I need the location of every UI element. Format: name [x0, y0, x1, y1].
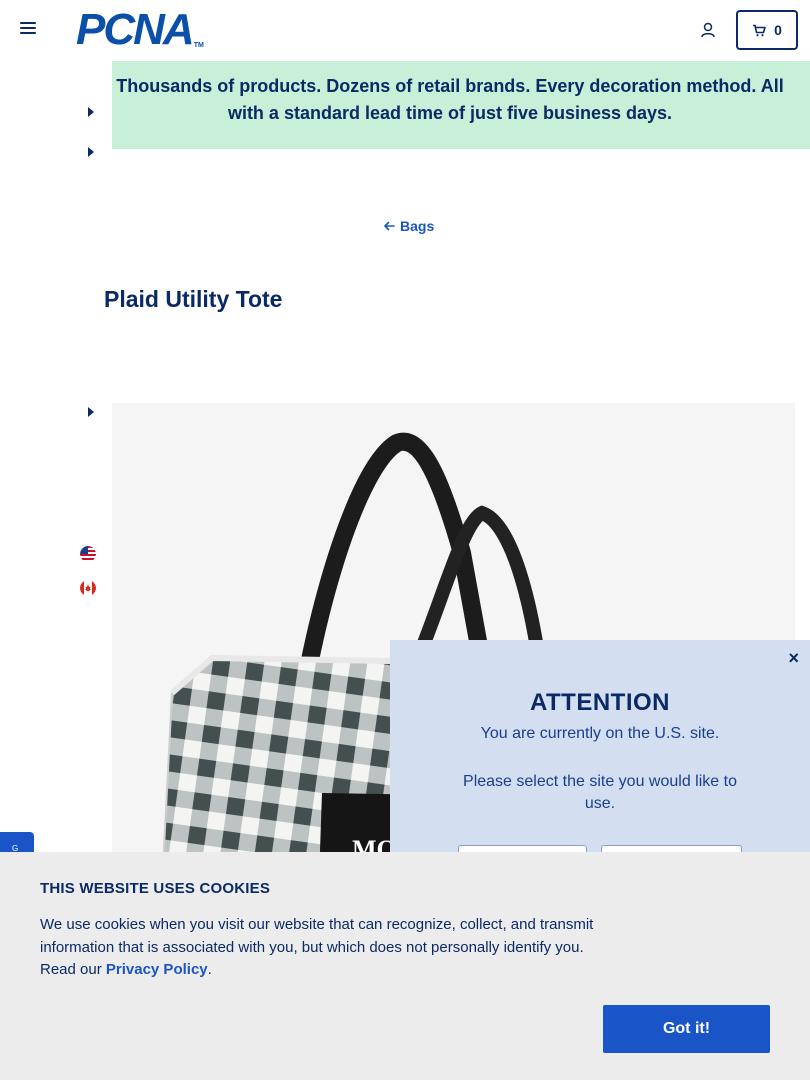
cart-icon	[753, 24, 766, 36]
hamburger-icon[interactable]	[20, 22, 36, 38]
modal-message: You are currently on the U.S. site.	[480, 725, 720, 742]
cookie-banner: THIS WEBSITE USES COOKIES We use cookies…	[0, 852, 810, 1080]
product-title: Plaid Utility Tote	[104, 286, 283, 312]
cart-button[interactable]: 0	[736, 10, 798, 50]
logo-text: PCNA	[76, 5, 195, 54]
privacy-policy-link[interactable]: Privacy Policy	[106, 961, 208, 978]
canada-flag-icon[interactable]	[80, 580, 96, 596]
cookie-title: THIS WEBSITE USES COOKIES	[40, 880, 271, 897]
accept-cookies-button[interactable]: Got it!	[603, 1005, 770, 1053]
canada-site-button[interactable]	[601, 845, 742, 852]
pcna-logo[interactable]: PCNA TM	[76, 8, 204, 52]
logo-trademark: TM	[193, 42, 204, 49]
account-icon[interactable]	[699, 21, 717, 39]
modal-prompt: Please select the site you would like to…	[463, 773, 737, 812]
back-to-bags-link[interactable]: Bags	[383, 218, 434, 234]
feedback-tab[interactable]: G	[0, 832, 34, 854]
cookie-text: We use cookies when you visit our websit…	[40, 914, 600, 982]
cookie-period: .	[207, 961, 212, 978]
arrow-left-icon	[384, 221, 395, 231]
caret-right-icon[interactable]	[88, 107, 94, 117]
caret-right-icon[interactable]	[88, 407, 94, 417]
region-selector-modal: × ATTENTION You are currently on the U.S…	[390, 640, 810, 852]
banner-text: Thousands of products. Dozens of retail …	[116, 76, 784, 123]
close-icon[interactable]: ×	[788, 649, 799, 667]
us-flag-icon[interactable]	[80, 546, 96, 562]
cart-count: 0	[774, 22, 782, 38]
modal-title: ATTENTION	[529, 689, 671, 716]
back-link-label: Bags	[400, 218, 435, 234]
us-site-button[interactable]	[458, 845, 587, 852]
promo-banner: Thousands of products. Dozens of retail …	[112, 61, 810, 149]
caret-right-icon[interactable]	[88, 147, 94, 157]
site-header: PCNA TM 0	[0, 0, 810, 60]
